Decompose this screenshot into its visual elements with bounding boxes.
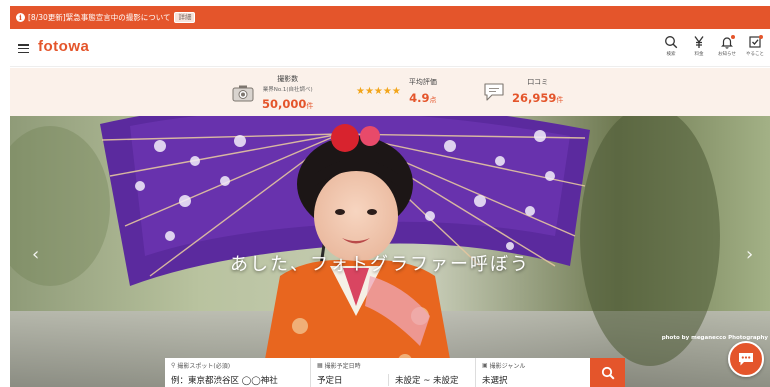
rating-label: 平均評価 [408,78,437,86]
reviews-label: 口コミ [527,78,549,86]
search-icon [601,366,615,380]
notification-dot [731,35,735,39]
logo[interactable]: fotowa [38,38,89,55]
rating-unit: 点 [429,96,437,104]
spot-input[interactable]: 例：東京都渋谷区 ◯◯神社 [171,374,310,386]
time-range-input[interactable]: 未設定 ~ 未設定 [389,374,459,386]
rating-value: 4.9 [409,91,430,105]
spot-label: 撮影スポット(必須) [177,363,231,370]
info-icon: i [16,13,25,22]
shots-unit: 件 [306,102,314,110]
search-button[interactable] [590,358,625,387]
chat-button[interactable] [728,341,764,377]
chat-bubble-icon [739,353,753,366]
camera-icon [232,85,254,102]
reviews-value: 26,959 [512,91,557,105]
stat-reviews: 口コミ 26,959件 [482,77,563,106]
shots-label: 撮影数 [277,75,299,83]
genre-label: 撮影ジャンル [489,363,526,370]
date-input[interactable]: 予定日 [317,374,389,386]
genre-select[interactable]: 未選択 [482,374,590,386]
shots-sub: 業界No.1(自社調べ) [262,87,313,93]
image-icon: ▣ [482,362,488,369]
notification-nav-button[interactable]: お知らせ [716,35,738,57]
calendar-icon: ▦ [317,362,323,369]
todo-nav-button[interactable]: やること [744,35,766,57]
speech-bubble-icon [484,82,504,101]
search-caption: 検索 [666,52,676,57]
carousel-next-button[interactable]: › [746,246,753,264]
notice-detail-badge[interactable]: 詳細 [174,12,196,23]
site-header: fotowa 検索 料金 お知らせ やること [10,29,770,67]
reviews-unit: 件 [556,96,564,104]
price-nav-button[interactable]: 料金 [688,35,710,57]
search-nav-button[interactable]: 検索 [660,35,682,57]
yen-icon [694,36,704,48]
genre-field[interactable]: ▣ 撮影ジャンル 未選択 [476,358,590,387]
notification-caption: お知らせ [718,52,736,57]
carousel-prev-button[interactable]: ‹ [32,246,39,264]
stat-shots: 撮影数 業界No.1(自社調べ) 50,000件 [232,74,313,112]
price-caption: 料金 [694,52,704,57]
hero-carousel[interactable]: ‹ › あした、フォトグラファー呼ぼう photo by meganecco P… [10,116,770,387]
date-label: 撮影予定日時 [324,363,361,370]
todo-caption: やること [746,52,764,57]
photo-credit: photo by meganecco Photography [661,335,768,341]
stat-rating: ★★★★★ 平均評価 4.9点 [356,77,437,106]
menu-icon[interactable] [18,44,29,53]
search-form: ⚲ 撮影スポット(必須) 例：東京都渋谷区 ◯◯神社 ▦ 撮影予定日時 予定日 未設… [165,358,625,387]
shots-value: 50,000 [262,97,307,111]
todo-dot [759,35,763,39]
search-icon [665,36,678,49]
notice-bar[interactable]: i [8/30更新]緊急事態宣言中の撮影について 詳細 [10,6,770,29]
date-field[interactable]: ▦ 撮影予定日時 予定日 未設定 ~ 未設定 [311,358,476,387]
rating-stars: ★★★★★ [356,86,401,97]
stats-band: 撮影数 業界No.1(自社調べ) 50,000件 ★★★★★ 平均評価 4.9点… [10,68,770,116]
page: i [8/30更新]緊急事態宣言中の撮影について 詳細 fotowa 検索 料金… [10,6,770,387]
header-icons: 検索 料金 お知らせ やること [660,35,766,57]
spot-field[interactable]: ⚲ 撮影スポット(必須) 例：東京都渋谷区 ◯◯神社 [165,358,311,387]
pin-icon: ⚲ [171,362,176,369]
notice-text[interactable]: [8/30更新]緊急事態宣言中の撮影について [28,12,170,23]
hero-tagline: あした、フォトグラファー呼ぼう [230,254,530,275]
